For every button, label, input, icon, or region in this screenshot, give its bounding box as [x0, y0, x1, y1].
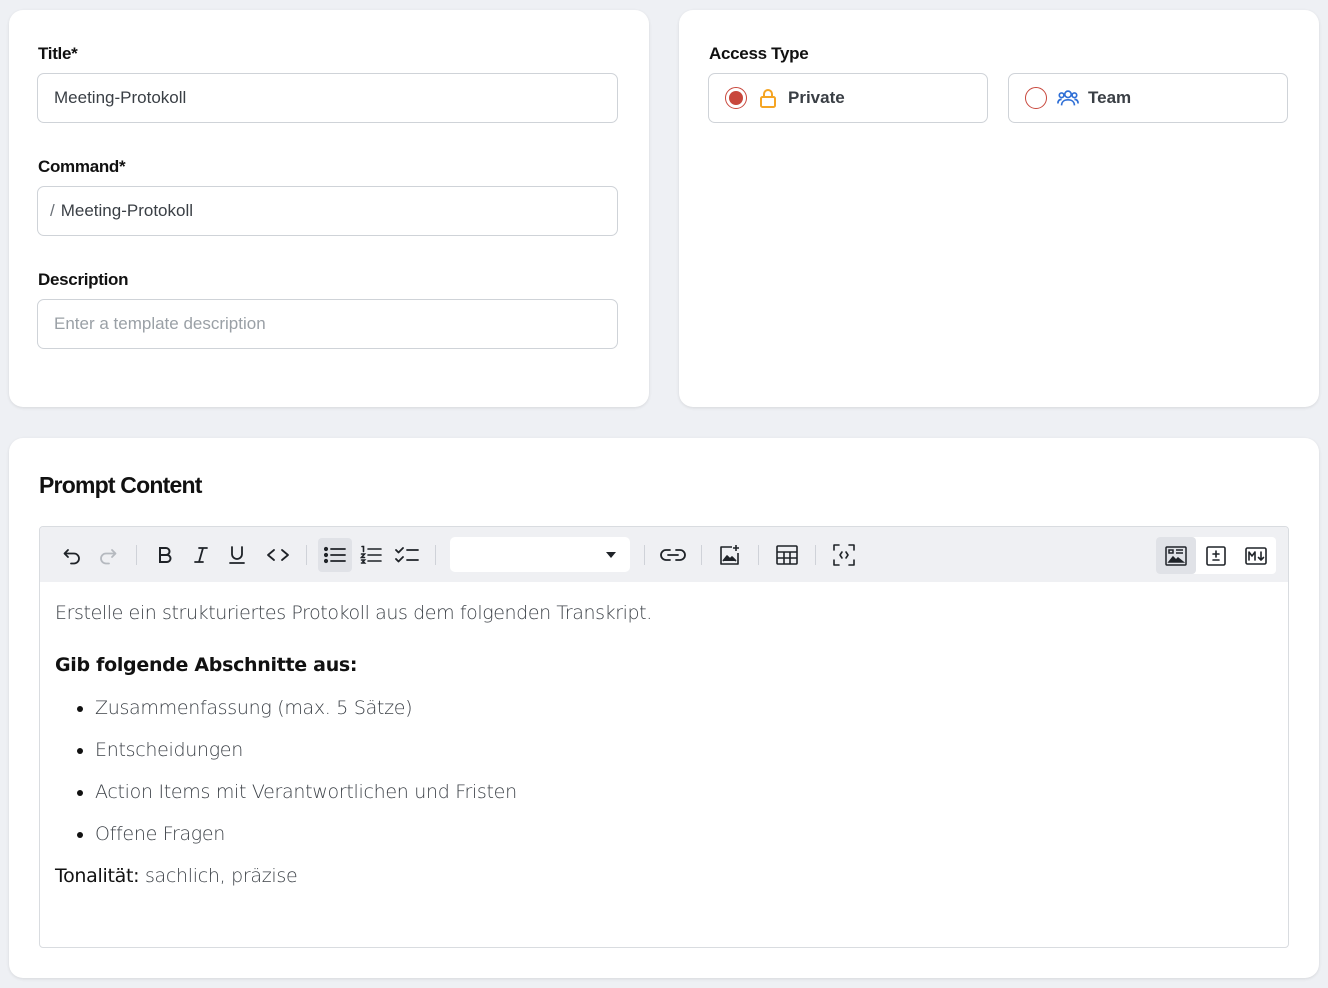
code-icon[interactable]: [261, 538, 295, 572]
radio-button-team[interactable]: [1025, 87, 1047, 109]
tone-value: sachlich, präzise: [139, 865, 298, 887]
undo-icon[interactable]: [55, 538, 89, 572]
access-option-private-label: Private: [788, 88, 845, 107]
title-input-value: Meeting-Protokoll: [54, 88, 187, 107]
markdown-mode-icon[interactable]: [1236, 537, 1276, 574]
toolbar-divider: [136, 544, 137, 565]
list-item: Offene Fragen: [95, 821, 1288, 847]
editor-content[interactable]: Erstelle ein strukturiertes Protokoll au…: [40, 582, 1288, 889]
command-prefix: /: [50, 201, 55, 220]
content-intro: Erstelle ein strukturiertes Protokoll au…: [55, 602, 652, 624]
rich-text-mode-icon[interactable]: [1156, 537, 1196, 574]
italic-icon[interactable]: [184, 538, 218, 572]
fullscreen-icon[interactable]: [827, 538, 861, 572]
redo-icon[interactable]: [91, 538, 125, 572]
radio-selected-dot: [729, 91, 743, 105]
list-item: Zusammenfassung (max. 5 Sätze): [95, 695, 1288, 721]
prompt-content-card: Prompt Content Erstelle ein strukturiert…: [9, 438, 1319, 978]
link-icon[interactable]: [656, 538, 690, 572]
description-label: Description: [38, 270, 129, 289]
access-type-label: Access Type: [709, 44, 809, 63]
toolbar-divider: [701, 544, 702, 565]
access-type-card: Access Type Private Team: [679, 10, 1319, 407]
lock-icon: [757, 87, 779, 109]
editor-toolbar: [40, 527, 1288, 582]
toolbar-divider: [758, 544, 759, 565]
toolbar-divider: [815, 544, 816, 565]
underline-icon[interactable]: [220, 538, 254, 572]
title-input[interactable]: Meeting-Protokoll: [37, 73, 618, 123]
users-icon: [1057, 87, 1079, 109]
toolbar-divider: [435, 544, 436, 565]
checklist-icon[interactable]: [390, 538, 424, 572]
rich-text-editor[interactable]: Erstelle ein strukturiertes Protokoll au…: [39, 526, 1289, 948]
bold-icon[interactable]: [148, 538, 182, 572]
access-option-team-label: Team: [1088, 88, 1132, 107]
toolbar-divider: [306, 544, 307, 565]
editor-mode-switch: [1156, 537, 1276, 574]
title-label: Title*: [38, 44, 78, 63]
diff-mode-icon[interactable]: [1196, 537, 1236, 574]
command-input[interactable]: / Meeting-Protokoll: [37, 186, 618, 236]
table-icon[interactable]: [770, 538, 804, 572]
bullet-list-icon[interactable]: [318, 537, 352, 572]
template-form-card: Title* Meeting-Protokoll Command* / Meet…: [9, 10, 649, 407]
tone-label: Tonalität:: [55, 865, 140, 887]
content-tone: Tonalität: sachlich, präzise: [55, 863, 1288, 889]
description-input[interactable]: Enter a template description: [37, 299, 618, 349]
command-input-value: Meeting-Protokoll: [60, 201, 194, 220]
command-label: Command*: [38, 157, 126, 176]
access-option-team[interactable]: Team: [1008, 73, 1288, 123]
list-item: Action Items mit Verantwortlichen und Fr…: [95, 779, 1288, 805]
image-add-icon[interactable]: [713, 538, 747, 572]
content-heading: Gib folgende Abschnitte aus:: [55, 654, 358, 676]
radio-button-private[interactable]: [725, 87, 747, 109]
heading-select[interactable]: [450, 537, 630, 572]
description-placeholder: Enter a template description: [54, 314, 266, 333]
access-option-private[interactable]: Private: [708, 73, 988, 123]
ordered-list-icon[interactable]: [354, 538, 388, 572]
list-item: Entscheidungen: [95, 737, 1288, 763]
prompt-content-title: Prompt Content: [39, 472, 202, 498]
chevron-down-icon: [606, 552, 616, 558]
content-bullet-list: Zusammenfassung (max. 5 Sätze) Entscheid…: [55, 695, 1288, 847]
toolbar-divider: [644, 544, 645, 565]
